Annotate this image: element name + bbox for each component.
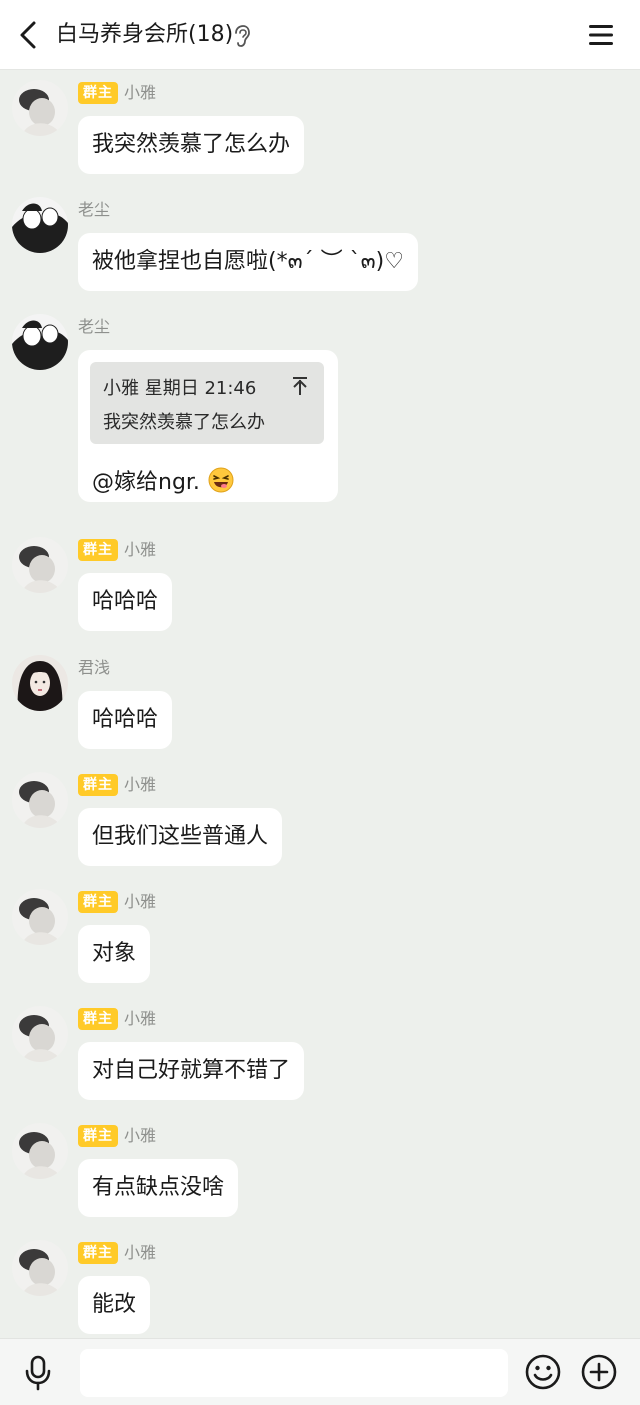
avatar[interactable]	[12, 314, 68, 370]
input-bar	[0, 1338, 640, 1405]
plus-icon[interactable]	[580, 1353, 618, 1391]
ear-icon	[235, 25, 250, 47]
reply-text: @嫁给ngr.	[92, 470, 200, 495]
owner-badge: 群主	[78, 539, 118, 561]
avatar[interactable]	[12, 1006, 68, 1062]
mic-icon[interactable]	[18, 1353, 58, 1393]
message-bubble[interactable]: 但我们这些普通人	[78, 808, 283, 866]
sender-name: 小雅	[124, 775, 157, 794]
message-meta: 群主 小雅	[78, 891, 156, 913]
avatar[interactable]	[12, 537, 68, 593]
sender-name: 小雅	[124, 1243, 157, 1262]
owner-badge: 群主	[78, 774, 118, 796]
avatar[interactable]	[12, 1123, 68, 1179]
message-meta: 群主 小雅	[78, 82, 156, 104]
avatar[interactable]	[12, 889, 68, 945]
sender-name: 小雅	[124, 1126, 157, 1145]
message-meta: 群主 小雅	[78, 539, 156, 561]
back-button[interactable]	[12, 18, 44, 52]
message-bubble[interactable]: 对自己好就算不错了	[78, 1042, 305, 1100]
quoted-meta: 小雅 星期日 21:46	[103, 378, 257, 399]
avatar[interactable]	[12, 80, 68, 136]
message-meta: 老尘	[78, 199, 110, 221]
message-bubble[interactable]: 对象	[78, 925, 151, 983]
owner-badge: 群主	[78, 1125, 118, 1147]
quoted-message[interactable]: 小雅 星期日 21:46 我突然羡慕了怎么办	[90, 362, 324, 444]
message-bubble[interactable]: 我突然羡慕了怎么办	[78, 116, 305, 174]
avatar[interactable]	[12, 655, 68, 711]
message-bubble[interactable]: 能改	[78, 1276, 151, 1334]
message-meta: 老尘	[78, 316, 110, 338]
avatar[interactable]	[12, 197, 68, 253]
message-meta: 群主 小雅	[78, 1125, 156, 1147]
sender-name: 小雅	[124, 83, 157, 102]
quoted-text: 我突然羡慕了怎么办	[103, 412, 265, 433]
menu-button[interactable]	[586, 20, 616, 50]
avatar[interactable]	[12, 1240, 68, 1296]
message-feed[interactable]: 群主 小雅 我突然羡慕了怎么办 老尘 被他拿捏也自愿啦(*๓´ ︶ `๓)♡ 老…	[0, 70, 640, 1338]
message-bubble[interactable]: 哈哈哈	[78, 691, 173, 749]
owner-badge: 群主	[78, 1008, 118, 1030]
sender-name: 小雅	[124, 540, 157, 559]
smile-icon[interactable]	[524, 1353, 562, 1391]
owner-badge: 群主	[78, 891, 118, 913]
sender-name: 小雅	[124, 1009, 157, 1028]
sender-name: 老尘	[78, 200, 111, 219]
sender-name: 君浅	[78, 658, 111, 677]
laughing-emoji	[208, 467, 234, 493]
message-bubble[interactable]: 被他拿捏也自愿啦(*๓´ ︶ `๓)♡	[78, 233, 418, 291]
sender-name: 小雅	[124, 892, 157, 911]
message-input[interactable]	[80, 1349, 508, 1397]
message-meta: 群主 小雅	[78, 1242, 156, 1264]
message-bubble[interactable]: 有点缺点没啥	[78, 1159, 239, 1217]
chat-header: 白马养身会所(18)	[0, 0, 640, 70]
chat-title: 白马养身会所(18)	[56, 22, 234, 47]
jump-up-icon[interactable]	[291, 376, 309, 396]
menu-icon	[589, 25, 613, 45]
message-meta: 群主 小雅	[78, 774, 156, 796]
reply-content: @嫁给ngr.	[92, 464, 234, 496]
avatar[interactable]	[12, 772, 68, 828]
owner-badge: 群主	[78, 82, 118, 104]
sender-name: 老尘	[78, 317, 111, 336]
message-bubble[interactable]: 哈哈哈	[78, 573, 173, 631]
message-meta: 君浅	[78, 657, 110, 679]
reply-bubble[interactable]: 小雅 星期日 21:46 我突然羡慕了怎么办 @嫁给ngr.	[78, 350, 338, 502]
back-arrow-icon	[20, 21, 36, 49]
owner-badge: 群主	[78, 1242, 118, 1264]
message-meta: 群主 小雅	[78, 1008, 156, 1030]
